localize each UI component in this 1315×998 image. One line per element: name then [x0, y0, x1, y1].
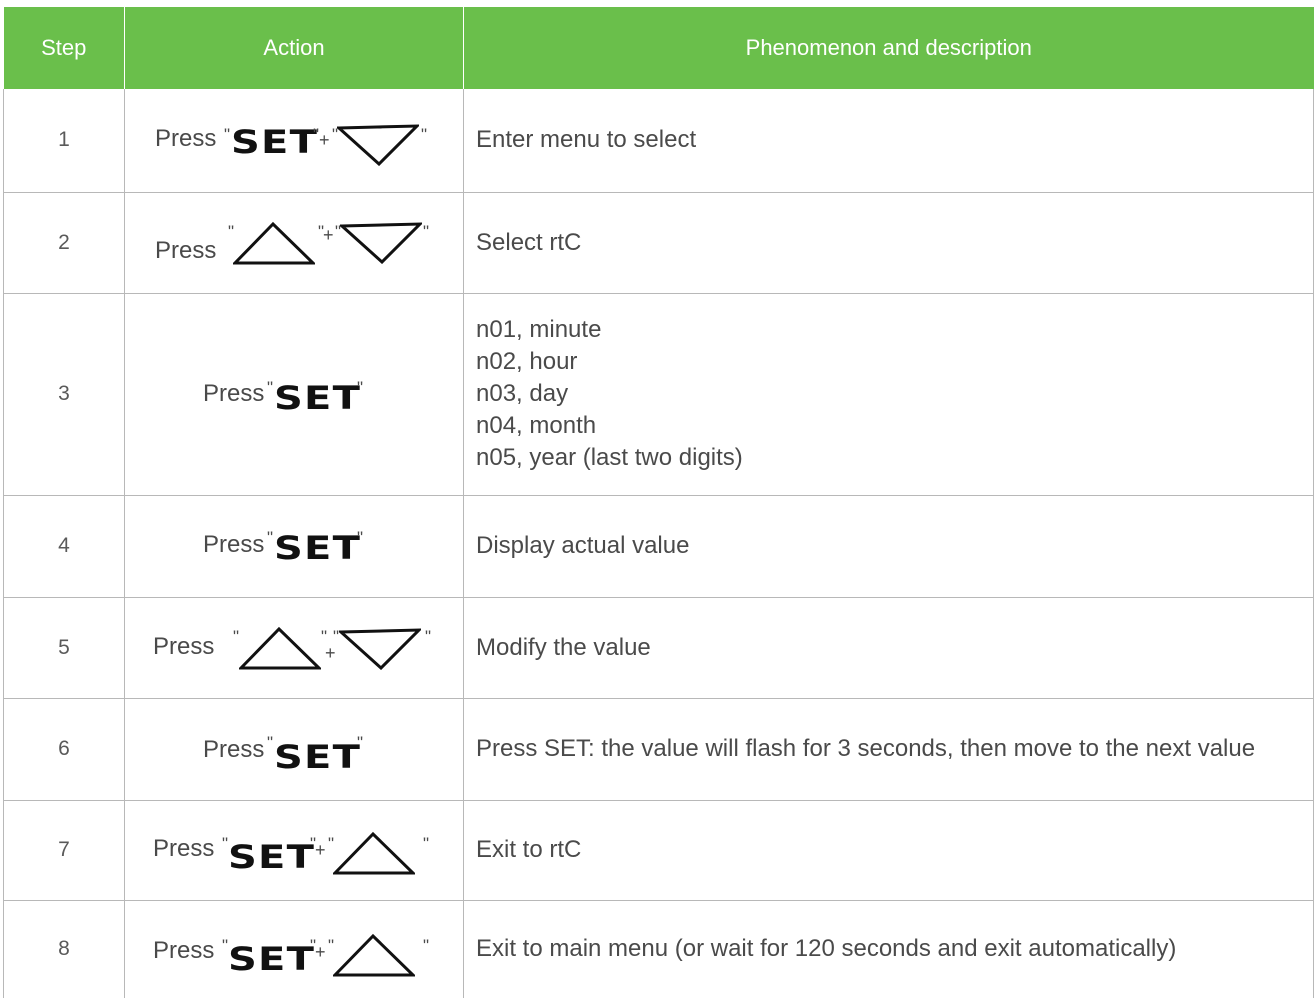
description-cell: Exit to rtC: [463, 800, 1314, 901]
press-label: Press: [203, 379, 265, 407]
down-arrow-icon: [337, 124, 419, 166]
table-row: 7 Press " SET " + " " Exit to rtC: [3, 800, 1314, 901]
description-cell: Modify the value: [463, 597, 1314, 699]
header-description: Phenomenon and description: [463, 7, 1314, 89]
table-row: 2 Press " " + " " Select rtC: [3, 192, 1314, 294]
plus-sign: +: [319, 130, 330, 150]
header-action: Action: [124, 7, 464, 89]
plus-sign: +: [315, 839, 326, 860]
down-arrow-icon: [339, 627, 421, 670]
down-arrow-icon: [340, 221, 422, 264]
press-label: Press: [155, 236, 217, 264]
quote-mark: ": [423, 833, 430, 853]
description-cell: Display actual value: [463, 495, 1314, 598]
description-line: n02, hour: [476, 348, 578, 375]
quote-mark: ": [224, 125, 231, 144]
set-key-label: SET: [228, 939, 316, 978]
quote-mark: ": [423, 935, 430, 955]
step-number: 3: [3, 293, 125, 496]
set-key-label: SET: [228, 837, 316, 876]
quote-mark: ": [267, 732, 274, 752]
quote-mark: ": [421, 125, 428, 144]
action-cell: Press " SET ": [124, 495, 464, 598]
table-row: 8 Press " SET " + " " Exit to main menu …: [3, 900, 1314, 998]
step-number: 8: [3, 900, 125, 998]
table-row: 1 Press " SET " + " " Enter menu to sele…: [3, 89, 1314, 193]
description-line: n01, minute: [476, 316, 602, 343]
description-cell: n01, minute n02, hour n03, day n04, mont…: [463, 293, 1314, 496]
up-arrow-icon: [239, 626, 321, 669]
step-number: 6: [3, 698, 125, 801]
up-arrow-icon: [333, 831, 415, 874]
step-number: 7: [3, 800, 125, 901]
action-cell: Press " SET ": [124, 293, 464, 496]
action-cell: Press " " + " ": [124, 597, 464, 699]
plus-sign: +: [315, 941, 326, 962]
quote-mark: ": [357, 377, 364, 397]
up-arrow-icon: [333, 933, 415, 976]
press-label: Press: [203, 735, 265, 763]
description-cell: Press SET: the value will flash for 3 se…: [463, 698, 1314, 801]
description-cell: Exit to main menu (or wait for 120 secon…: [463, 900, 1314, 998]
plus-sign: +: [323, 224, 334, 245]
header-step: Step: [3, 7, 125, 89]
quote-mark: ": [357, 527, 364, 547]
action-cell: Press " " + " ": [124, 192, 464, 294]
description-line: n03, day: [476, 380, 569, 407]
quote-mark: ": [423, 221, 430, 241]
step-number: 2: [3, 192, 125, 294]
description-lines: n01, minute n02, hour n03, day n04, mont…: [476, 314, 1303, 474]
plus-sign: +: [325, 642, 336, 663]
description-cell: Select rtC: [463, 192, 1314, 294]
table-row: 5 Press " " + " " Modify the value: [3, 597, 1314, 699]
set-key-label: SET: [274, 737, 362, 776]
step-number: 4: [3, 495, 125, 598]
quote-mark: ": [321, 626, 328, 646]
quote-mark: ": [267, 377, 274, 397]
set-key-label: SET: [231, 123, 319, 161]
quote-mark: ": [267, 527, 274, 547]
table-row: 3 Press " SET " n01, minute n02, hour n0…: [3, 293, 1314, 496]
action-cell: Press " SET " + " ": [124, 800, 464, 901]
table-row: 6 Press " SET " Press SET: the value wil…: [3, 698, 1314, 801]
press-label: Press: [153, 834, 215, 862]
step-number: 5: [3, 597, 125, 699]
press-label: Press: [203, 530, 265, 558]
set-key-label: SET: [274, 378, 362, 417]
table-row: 4 Press " SET " Display actual value: [3, 495, 1314, 598]
set-key-label: SET: [274, 528, 362, 567]
quote-mark: ": [357, 732, 364, 752]
action-cell: Press " SET " + " ": [124, 89, 464, 193]
press-label: Press: [153, 936, 215, 964]
press-label: Press: [153, 632, 215, 660]
description-cell: Enter menu to select: [463, 89, 1314, 193]
steps-table: Step Action Phenomenon and description 1…: [3, 7, 1314, 998]
up-arrow-icon: [233, 221, 315, 264]
description-line: n04, month: [476, 412, 597, 439]
action-cell: Press " SET ": [124, 698, 464, 801]
press-label: Press: [155, 125, 217, 152]
header-row: Step Action Phenomenon and description: [3, 7, 1314, 89]
step-number: 1: [3, 89, 125, 193]
quote-mark: ": [425, 626, 432, 646]
action-cell: Press " SET " + " ": [124, 900, 464, 998]
description-line: n05, year (last two digits): [476, 444, 743, 471]
